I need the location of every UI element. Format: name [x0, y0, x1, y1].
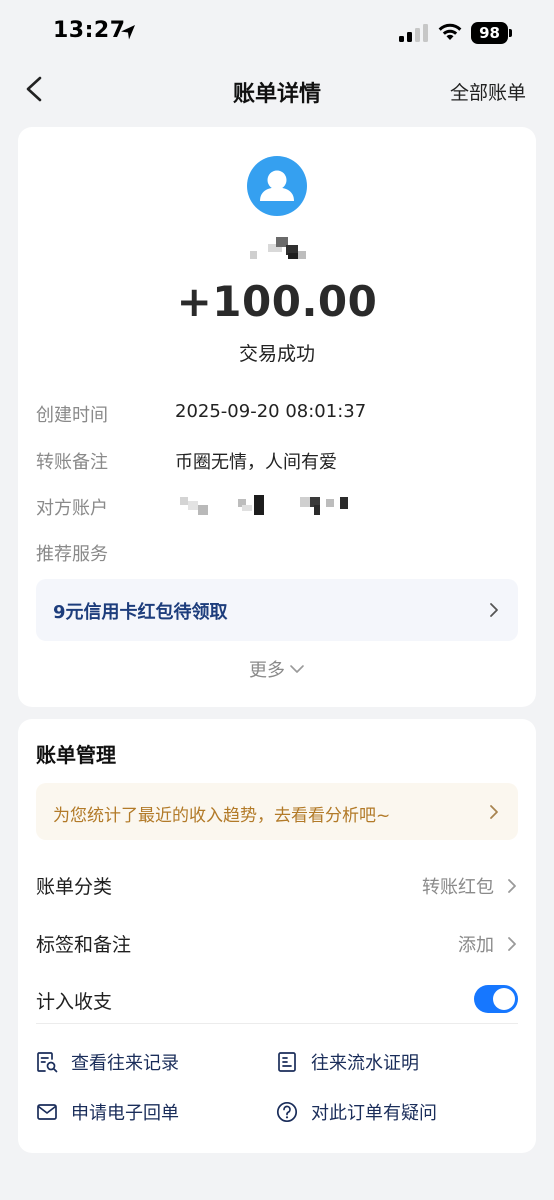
- detail-value: 2025-09-20 08:01:37: [175, 401, 367, 422]
- chevron-right-icon: [508, 879, 516, 893]
- credit-card-promo-banner[interactable]: 9元信用卡红包待领取: [36, 579, 518, 641]
- row-value: 添加: [458, 935, 494, 956]
- action-label: 申请电子回单: [71, 1103, 179, 1124]
- action-label: 往来流水证明: [311, 1053, 419, 1074]
- order-question-button[interactable]: 对此订单有疑问: [276, 1099, 476, 1127]
- chevron-right-icon: [508, 937, 516, 951]
- status-bar: 13:27 98: [0, 0, 554, 64]
- statement-icon: [278, 1052, 296, 1072]
- detail-row-created-time: 创建时间 2025-09-20 08:01:37: [36, 401, 516, 427]
- request-e-receipt-button[interactable]: 申请电子回单: [36, 1099, 236, 1127]
- record-search-icon: [37, 1052, 58, 1073]
- battery-level: 98: [471, 22, 508, 44]
- bill-category-row[interactable]: 账单分类 转账红包: [36, 872, 518, 900]
- view-transaction-history-button[interactable]: 查看往来记录: [36, 1049, 236, 1077]
- detail-label: 转账备注: [36, 452, 108, 473]
- location-arrow-icon: [121, 25, 135, 40]
- tip-text: 为您统计了最近的收入趋势，去看看分析吧~: [53, 806, 391, 826]
- action-label: 对此订单有疑问: [311, 1103, 437, 1124]
- status-time: 13:27: [53, 18, 126, 43]
- detail-label: 推荐服务: [36, 544, 108, 565]
- user-icon: [260, 170, 294, 201]
- counterparty-name-masked: [250, 237, 306, 259]
- detail-row-transfer-note: 转账备注 币圈无情，人间有爱: [36, 448, 516, 474]
- more-toggle[interactable]: 更多: [18, 656, 536, 682]
- nav-bar: 账单详情 全部账单: [0, 64, 554, 116]
- toggle-knob: [493, 988, 515, 1010]
- detail-label: 创建时间: [36, 405, 108, 426]
- action-label: 查看往来记录: [71, 1053, 179, 1074]
- wifi-icon: [438, 23, 462, 40]
- detail-row-recommended-services: 推荐服务: [36, 540, 516, 566]
- chevron-right-icon: [490, 603, 498, 617]
- promo-text: 9元信用卡红包待领取: [53, 602, 228, 623]
- cellular-signal-icon: [399, 24, 428, 42]
- avatar[interactable]: [247, 156, 307, 216]
- transaction-card: +100.00 交易成功 创建时间 2025-09-20 08:01:37 转账…: [18, 127, 536, 707]
- detail-value: 币圈无情，人间有爱: [175, 452, 337, 473]
- battery-cap: [509, 29, 512, 37]
- battery-icon: 98: [471, 22, 513, 44]
- counterparty-account-masked: [180, 495, 348, 515]
- statement-proof-button[interactable]: 往来流水证明: [276, 1049, 476, 1077]
- bill-management-card: 账单管理 为您统计了最近的收入趋势，去看看分析吧~ 账单分类 转账红包 标签和备…: [18, 719, 536, 1153]
- row-label: 计入收支: [36, 991, 113, 1013]
- detail-label: 对方账户: [36, 498, 108, 519]
- more-label: 更多: [249, 660, 285, 681]
- chevron-down-icon: [290, 665, 304, 673]
- chevron-right-icon: [490, 805, 498, 819]
- section-title: 账单管理: [36, 743, 116, 767]
- row-value: 转账红包: [422, 877, 494, 898]
- count-in-income-row: 计入收支: [36, 985, 518, 1015]
- mail-icon: [37, 1104, 57, 1120]
- tags-and-notes-row[interactable]: 标签和备注 添加: [36, 930, 518, 958]
- count-in-income-toggle[interactable]: [474, 985, 518, 1013]
- transaction-amount: +100.00: [176, 277, 378, 326]
- divider: [36, 1023, 518, 1024]
- row-label: 账单分类: [36, 876, 113, 898]
- transaction-status: 交易成功: [238, 343, 315, 365]
- all-bills-link[interactable]: 全部账单: [450, 78, 526, 105]
- income-trend-tip[interactable]: 为您统计了最近的收入趋势，去看看分析吧~: [36, 783, 518, 840]
- question-icon: [276, 1101, 298, 1123]
- row-label: 标签和备注: [36, 934, 132, 956]
